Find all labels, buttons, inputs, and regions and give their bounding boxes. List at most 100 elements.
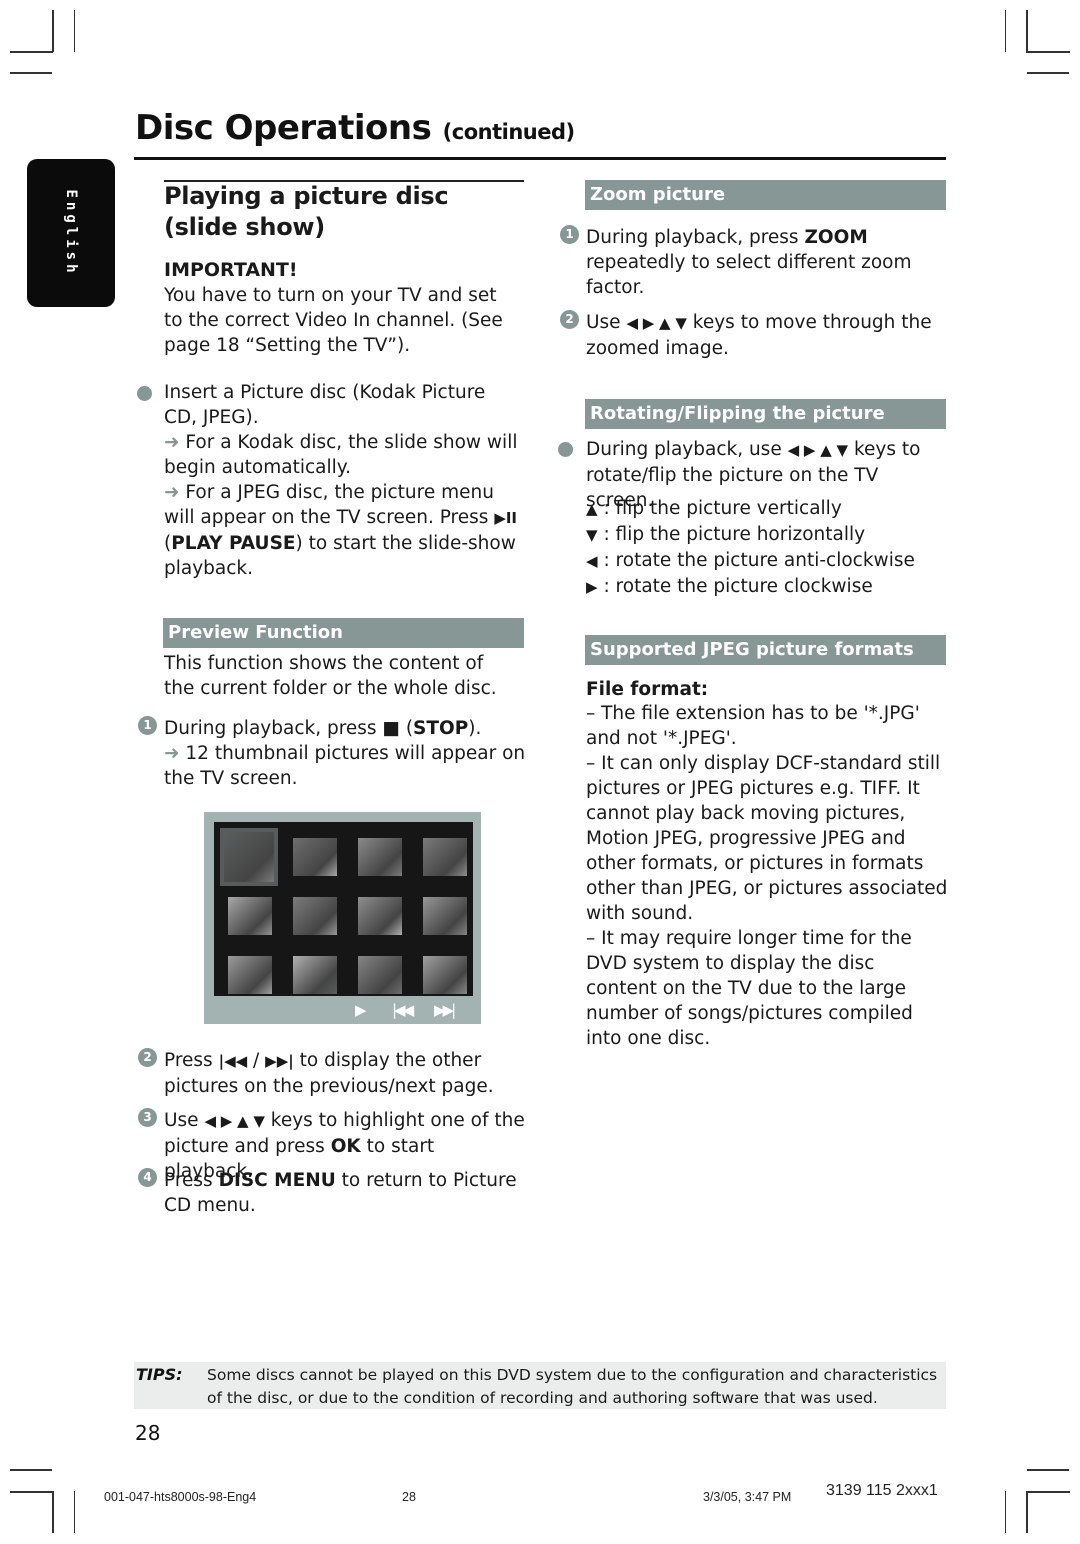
crop-mark xyxy=(52,10,54,52)
arrow-keys-icon: ◀ ▶ ▲ ▼ xyxy=(626,314,687,332)
result-arrow-icon: ➜ xyxy=(164,432,180,453)
preview-function-bar: Preview Function xyxy=(163,618,524,648)
thumbnail-picture xyxy=(228,956,272,994)
zoom-step-1: During playback, press ZOOM repeatedly t… xyxy=(586,225,951,300)
kodak-result-text: For a Kodak disc, the slide show will be… xyxy=(164,432,518,478)
crop-mark xyxy=(1026,51,1070,53)
previous-icon: |◀◀ xyxy=(218,1052,248,1070)
thumbnail-picture xyxy=(423,956,467,994)
step-number-icon: 2 xyxy=(138,1048,157,1067)
step4-text: Press xyxy=(164,1170,213,1191)
zoom-picture-bar: Zoom picture xyxy=(585,180,946,210)
rotate-item-text: : rotate the picture anti-clockwise xyxy=(603,550,915,571)
jpeg-point: – It may require longer time for the DVD… xyxy=(586,928,913,1049)
jpeg-result-text: For a JPEG disc, the picture menu will a… xyxy=(164,482,494,528)
arrow-keys-icon: ◀ ▶ ▲ ▼ xyxy=(204,1112,265,1130)
thumbnail-grid xyxy=(214,822,473,996)
kodak-result: ➜ For a Kodak disc, the slide show will … xyxy=(164,430,529,480)
tips-text: Some discs cannot be played on this DVD … xyxy=(207,1366,938,1407)
next-icon: ▶▶| xyxy=(434,1001,456,1019)
crop-mark xyxy=(10,72,52,74)
thumbnail-picture xyxy=(220,828,278,886)
jpeg-point: – It can only display DCF-standard still… xyxy=(586,753,948,924)
crop-mark xyxy=(10,1491,53,1493)
play-icon: ▶ xyxy=(355,1001,367,1019)
separator: / xyxy=(253,1050,260,1071)
step2-text: Press xyxy=(164,1050,213,1071)
rotate-flip-bar: Rotating/Flipping the picture xyxy=(585,399,946,429)
rotate-item: ▶ : rotate the picture clockwise xyxy=(586,574,951,600)
step-number-icon: 3 xyxy=(138,1108,157,1127)
rotate-list: ▲ : flip the picture vertically ▼ : flip… xyxy=(586,496,951,600)
crop-mark xyxy=(1026,1491,1028,1533)
footer-code: 3139 115 2xxx1 xyxy=(826,1482,938,1499)
thumbnail-picture xyxy=(358,956,402,994)
preview-step-2: Press |◀◀ / ▶▶| to display the other pic… xyxy=(164,1048,529,1099)
insert-disc-step: Insert a Picture disc (Kodak Picture CD,… xyxy=(164,380,529,581)
page-title-text: Disc Operations xyxy=(135,108,432,148)
rotate-item-text: : rotate the picture clockwise xyxy=(603,576,873,597)
jpeg-result: ➜ For a JPEG disc, the picture menu will… xyxy=(164,480,529,581)
stop-icon: ■ xyxy=(382,718,400,739)
language-tab-label: English xyxy=(63,189,79,277)
crop-mark xyxy=(1027,1469,1069,1471)
stop-key: STOP xyxy=(413,718,469,739)
right-arrow-icon: ▶ xyxy=(586,578,598,596)
ok-key: OK xyxy=(330,1136,361,1157)
page-title: Disc Operations (continued) xyxy=(135,108,575,148)
insert-disc-text: Insert a Picture disc (Kodak Picture CD,… xyxy=(164,382,486,428)
thumbnail-picture xyxy=(358,838,402,876)
previous-icon: |◀◀ xyxy=(392,1001,414,1019)
rotate-item: ▲ : flip the picture vertically xyxy=(586,496,951,522)
thumbnail-picture xyxy=(423,897,467,935)
step-number-icon: 4 xyxy=(138,1168,157,1187)
footer-page: 28 xyxy=(402,1490,416,1504)
thumbnail-picture xyxy=(358,897,402,935)
thumbnail-picture xyxy=(423,838,467,876)
footer-date: 3/3/05, 3:47 PM xyxy=(703,1490,792,1504)
crop-mark xyxy=(74,1491,75,1533)
thumbnail-picture xyxy=(293,838,337,876)
step1-result: 12 thumbnail pictures will appear on the… xyxy=(164,743,526,789)
bullet-icon xyxy=(558,442,573,457)
file-format-label: File format: xyxy=(586,679,709,700)
crop-mark xyxy=(1005,10,1006,52)
step-number-icon: 1 xyxy=(138,716,157,735)
step1-text: During playback, press xyxy=(164,718,377,739)
zoom-step2-text: Use xyxy=(586,312,621,333)
preview-intro: This function shows the content of the c… xyxy=(164,653,497,699)
crop-mark xyxy=(74,10,75,52)
footer-file: 001-047-hts8000s-98-Eng4 xyxy=(104,1490,257,1504)
title-divider xyxy=(134,157,946,160)
crop-mark xyxy=(52,1491,54,1533)
thumbnail-picture xyxy=(293,956,337,994)
important-label: IMPORTANT! xyxy=(164,259,298,281)
result-arrow-icon: ➜ xyxy=(164,482,180,503)
crop-mark xyxy=(1026,1491,1070,1493)
crop-mark xyxy=(1027,72,1069,74)
important-text: You have to turn on your TV and set to t… xyxy=(164,285,503,356)
rotate-item-text: : flip the picture horizontally xyxy=(603,524,866,545)
disc-menu-key: DISC MENU xyxy=(218,1170,336,1191)
next-icon: ▶▶| xyxy=(265,1052,294,1070)
step2-rest: to display the other pictures on the pre… xyxy=(164,1050,494,1097)
jpeg-point: – The file extension has to be '*.JPG' a… xyxy=(586,703,920,749)
play-pause-icon: ▶II xyxy=(494,509,518,527)
tips-label: TIPS: xyxy=(136,1365,183,1384)
thumbnail-screen-image: ▶ |◀◀ ▶▶| xyxy=(204,812,481,1024)
step4-rest: to return to Picture CD menu. xyxy=(164,1170,517,1216)
step-number-icon: 2 xyxy=(560,310,579,329)
jpeg-formats-bar: Supported JPEG picture formats xyxy=(585,635,946,665)
zoom-step-2: Use ◀ ▶ ▲ ▼ keys to move through the zoo… xyxy=(586,310,951,361)
preview-step-4: Press DISC MENU to return to Picture CD … xyxy=(164,1168,529,1218)
zoom-step1-text: During playback, press xyxy=(586,227,799,248)
section-title-slideshow: Playing a picture disc (slide show) xyxy=(164,182,449,241)
crop-mark xyxy=(10,51,53,53)
rotate-item: ◀ : rotate the picture anti-clockwise xyxy=(586,548,951,574)
step-number-icon: 1 xyxy=(560,225,579,244)
rotate-item-text: : flip the picture vertically xyxy=(603,498,842,519)
play-pause-key: PLAY PAUSE xyxy=(171,533,296,554)
down-arrow-icon: ▼ xyxy=(586,526,598,544)
result-arrow-icon: ➜ xyxy=(164,743,180,764)
zoom-key: ZOOM xyxy=(804,227,868,248)
